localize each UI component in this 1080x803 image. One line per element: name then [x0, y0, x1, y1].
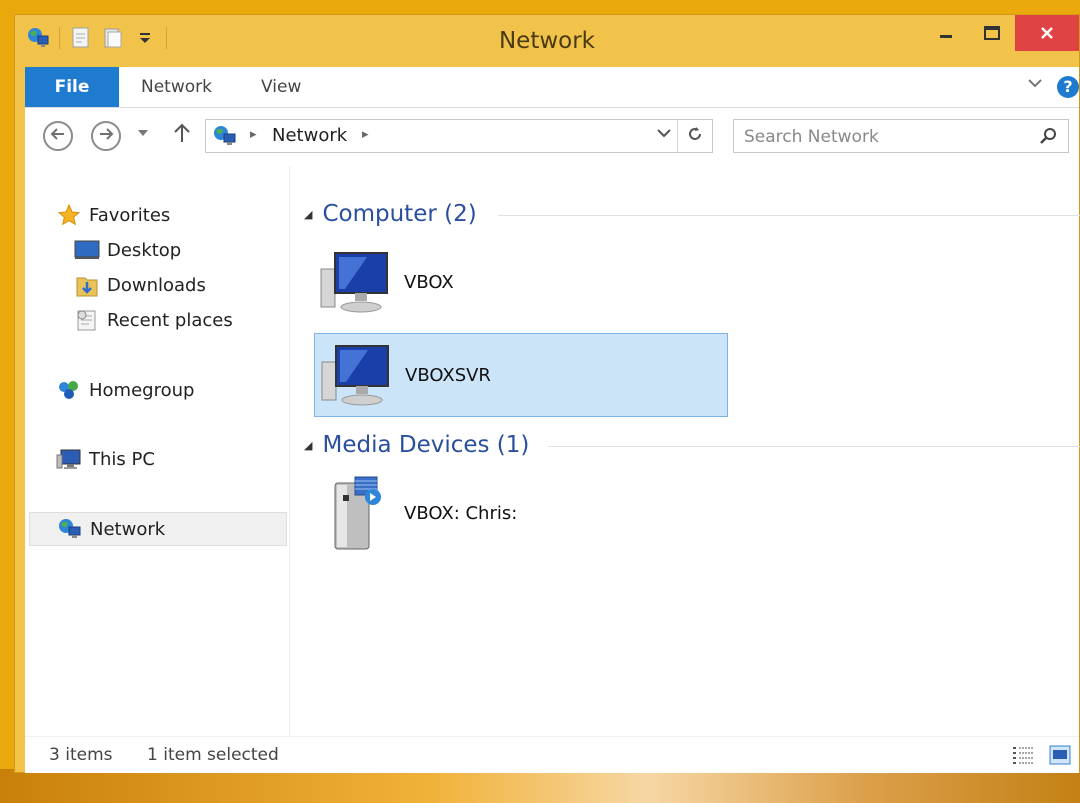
item-label: VBOX: Chris: [404, 502, 518, 524]
computer-icon [315, 333, 399, 417]
nav-network[interactable]: Network [29, 512, 287, 546]
group-title: Media Devices (1) [322, 432, 530, 458]
nav-label: Network [90, 518, 166, 540]
breadcrumb-separator-icon[interactable]: ▸ [362, 127, 369, 142]
close-button[interactable] [1015, 15, 1079, 51]
group-header-computer[interactable]: ◢ Computer (2) [304, 199, 477, 229]
status-item-count: 3 items [49, 745, 113, 765]
nav-downloads[interactable]: Downloads [73, 268, 206, 302]
title-bar: Network [15, 15, 1079, 67]
nav-this-pc[interactable]: This PC [55, 442, 155, 476]
recent-locations-chevron-icon[interactable] [137, 126, 149, 142]
nav-label: Desktop [107, 239, 182, 261]
window-title: Network [498, 28, 596, 54]
homegroup-icon [55, 376, 83, 404]
forward-button[interactable] [91, 121, 121, 151]
maximize-button[interactable] [969, 15, 1015, 51]
computer-item-vboxsvr[interactable]: VBOXSVR [314, 333, 728, 417]
content-area: Favorites Desktop Downloads Recent place… [25, 166, 1080, 736]
back-icon [50, 126, 66, 147]
refresh-icon [686, 125, 704, 148]
large-icons-view-icon[interactable] [1049, 745, 1071, 769]
media-device-icon [314, 471, 398, 555]
network-icon [212, 124, 238, 152]
details-view-icon[interactable] [1011, 745, 1035, 769]
group-divider [498, 215, 1080, 216]
breadcrumb-separator-icon[interactable]: ▸ [250, 127, 257, 142]
address-bar[interactable]: ▸ Network ▸ [205, 119, 713, 153]
group-title: Computer (2) [322, 201, 477, 227]
explorer-window: Network File Network View ? ▸ Network ▸ … [14, 14, 1080, 773]
desktop-background [0, 769, 1080, 803]
minimize-button[interactable] [923, 15, 969, 51]
status-bar: 3 items 1 item selected [25, 736, 1079, 773]
group-header-media-devices[interactable]: ◢ Media Devices (1) [304, 430, 529, 460]
star-icon [55, 201, 83, 229]
item-label: VBOX [404, 271, 454, 293]
tab-file[interactable]: File [25, 67, 119, 107]
nav-label: This PC [89, 448, 155, 470]
close-icon [1040, 21, 1054, 46]
minimize-icon [939, 21, 953, 45]
computer-icon [314, 240, 398, 324]
nav-label: Downloads [107, 274, 206, 296]
nav-homegroup[interactable]: Homegroup [55, 373, 194, 407]
nav-label: Homegroup [89, 379, 195, 401]
group-divider [548, 446, 1080, 447]
navigation-pane: Favorites Desktop Downloads Recent place… [25, 166, 290, 736]
nav-recent-places[interactable]: Recent places [73, 303, 233, 337]
navigation-bar: ▸ Network ▸ [25, 108, 1079, 166]
nav-label: Recent places [107, 309, 233, 331]
tab-view[interactable]: View [261, 67, 301, 107]
nav-label: Favorites [89, 204, 171, 226]
address-dropdown-icon[interactable] [656, 126, 672, 144]
search-icon[interactable] [1038, 126, 1058, 150]
computer-item-vbox[interactable]: VBOX [314, 240, 728, 324]
ribbon: File Network View ? [25, 67, 1079, 108]
status-selection: 1 item selected [147, 745, 279, 765]
network-icon [56, 515, 84, 543]
nav-desktop[interactable]: Desktop [73, 233, 181, 267]
desktop-icon [73, 236, 101, 264]
collapse-group-icon[interactable]: ◢ [304, 439, 312, 452]
file-list: ◢ Computer (2) VBOX VBOXSVR ◢ Media Devi… [290, 166, 1080, 736]
help-icon[interactable]: ? [1057, 76, 1079, 98]
search-input[interactable] [742, 122, 1026, 152]
recent-places-icon [73, 306, 101, 334]
collapse-group-icon[interactable]: ◢ [304, 208, 312, 221]
downloads-icon [73, 271, 101, 299]
nav-favorites[interactable]: Favorites [55, 198, 170, 232]
media-device-item-vbox-chris[interactable]: VBOX: Chris: [314, 471, 728, 555]
up-icon[interactable] [173, 122, 191, 150]
this-pc-icon [55, 445, 83, 473]
search-box [733, 119, 1069, 153]
forward-icon [98, 126, 114, 147]
tab-network[interactable]: Network [141, 67, 212, 107]
breadcrumb-network[interactable]: Network [272, 125, 347, 146]
expand-ribbon-chevron-icon[interactable] [1027, 75, 1043, 96]
maximize-icon [984, 21, 1000, 45]
refresh-button[interactable] [677, 120, 712, 152]
item-label: VBOXSVR [405, 364, 491, 386]
back-button[interactable] [43, 121, 73, 151]
